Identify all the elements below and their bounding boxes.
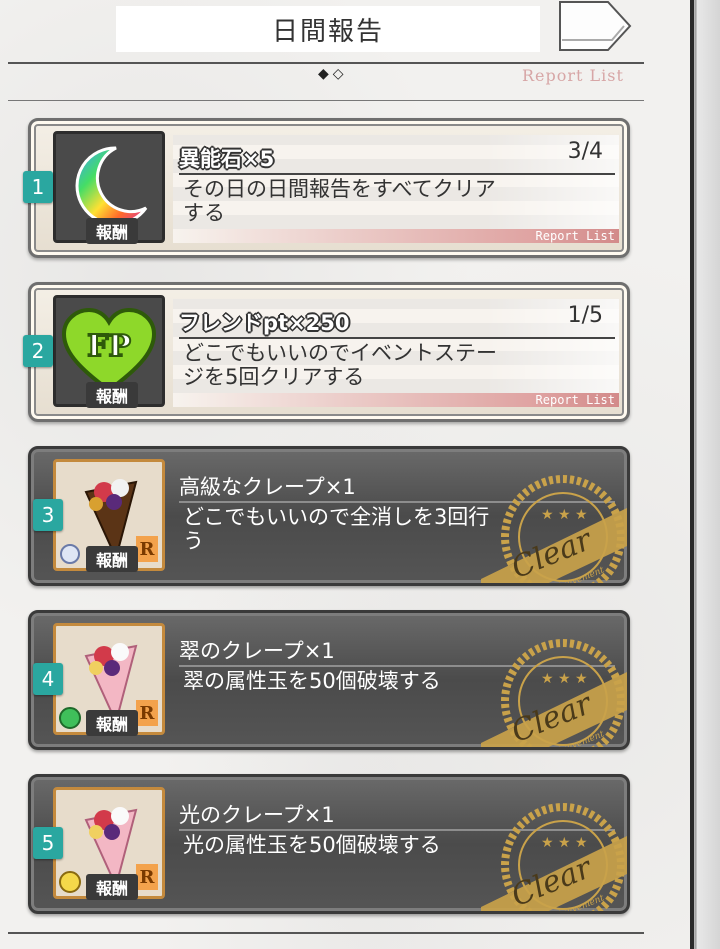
- reward-tag: 報酬: [86, 710, 138, 736]
- svg-text:FP: FP: [87, 329, 131, 364]
- mission-card-2[interactable]: 2 FP 報酬 フレンドpt×250 1/5 どこでもいいのでイベントステージを…: [23, 282, 630, 422]
- card-report-list-label: Report List: [535, 229, 615, 243]
- footer-divider: [8, 932, 644, 934]
- mission-number-badge: 1: [23, 171, 53, 203]
- mission-number-badge: 2: [23, 335, 53, 367]
- mission-description: その日の日間報告をすべてクリアする: [183, 177, 496, 225]
- reward-tag: 報酬: [86, 382, 138, 408]
- reward-icon-box: 報酬: [53, 131, 165, 244]
- mission-card-3[interactable]: 3 R 報酬 高級なクレープ×1 どこでもいいので全消しを3回行う ★ ★ ★ …: [28, 446, 630, 586]
- reward-name: 異能石×5: [179, 147, 275, 171]
- reward-tag: 報酬: [86, 546, 138, 572]
- rarity-badge: R: [136, 536, 158, 562]
- header-divider: [8, 62, 644, 64]
- reward-name: フレンドpt×250: [179, 311, 350, 335]
- mission-card-5[interactable]: 5 R 報酬 光のクレープ×1 光の属性玉を50個破壊する ★ ★ ★ Clea…: [28, 774, 630, 914]
- reward-icon-box: FP 報酬: [53, 295, 165, 408]
- svg-text:★ ★ ★: ★ ★ ★: [541, 671, 588, 687]
- mission-progress: 1/5: [567, 303, 603, 328]
- reward-name: 光のクレープ×1: [179, 803, 335, 827]
- mission-card-1[interactable]: 1 報酬 異能石×5 3/4 その日の日間報告をすべてクリアする Report …: [23, 118, 630, 258]
- reward-tag: 報酬: [86, 874, 138, 900]
- page-title: 日間報告: [116, 6, 540, 52]
- reward-icon-box: R 報酬: [53, 623, 165, 736]
- reward-name: 翠のクレープ×1: [179, 639, 335, 663]
- mission-description: 光の属性玉を50個破壊する: [183, 833, 441, 857]
- page-indicator[interactable]: ◆◇: [318, 66, 348, 82]
- mission-progress: 3/4: [567, 139, 603, 164]
- reward-icon-box: R 報酬: [53, 459, 165, 572]
- svg-text:★ ★ ★: ★ ★ ★: [541, 507, 588, 523]
- clear-stamp-icon: ★ ★ ★ Clear Achievement: [481, 639, 627, 747]
- mission-description: 翠の属性玉を50個破壊する: [183, 669, 441, 693]
- name-divider: [179, 337, 615, 339]
- header-divider-bottom: [8, 100, 644, 101]
- rarity-badge: R: [136, 864, 158, 890]
- mission-card-4[interactable]: 4 R 報酬 翠のクレープ×1 翠の属性玉を50個破壊する ★ ★ ★ Clea…: [28, 610, 630, 750]
- reward-name: 高級なクレープ×1: [179, 475, 356, 499]
- right-scroll-edge: [690, 0, 720, 949]
- mission-number-badge: 3: [33, 499, 63, 531]
- clear-stamp-icon: ★ ★ ★ Clear Achievement: [481, 803, 627, 911]
- clear-stamp-icon: ★ ★ ★ Clear Achievement: [481, 475, 627, 583]
- mission-description: どこでもいいので全消しを3回行う: [183, 505, 490, 553]
- page-title-text: 日間報告: [271, 16, 384, 47]
- rarity-badge: R: [136, 700, 158, 726]
- name-divider: [179, 173, 615, 175]
- svg-text:★ ★ ★: ★ ★ ★: [541, 835, 588, 851]
- reward-icon-box: R 報酬: [53, 787, 165, 900]
- mission-description: どこでもいいのでイベントステージを5回クリアする: [183, 341, 497, 389]
- card-report-list-label: Report List: [535, 393, 615, 407]
- reward-tag: 報酬: [86, 218, 138, 244]
- next-arrow-icon[interactable]: [558, 0, 632, 52]
- mission-number-badge: 5: [33, 827, 63, 859]
- report-list-label: Report List: [522, 66, 624, 85]
- mission-number-badge: 4: [33, 663, 63, 695]
